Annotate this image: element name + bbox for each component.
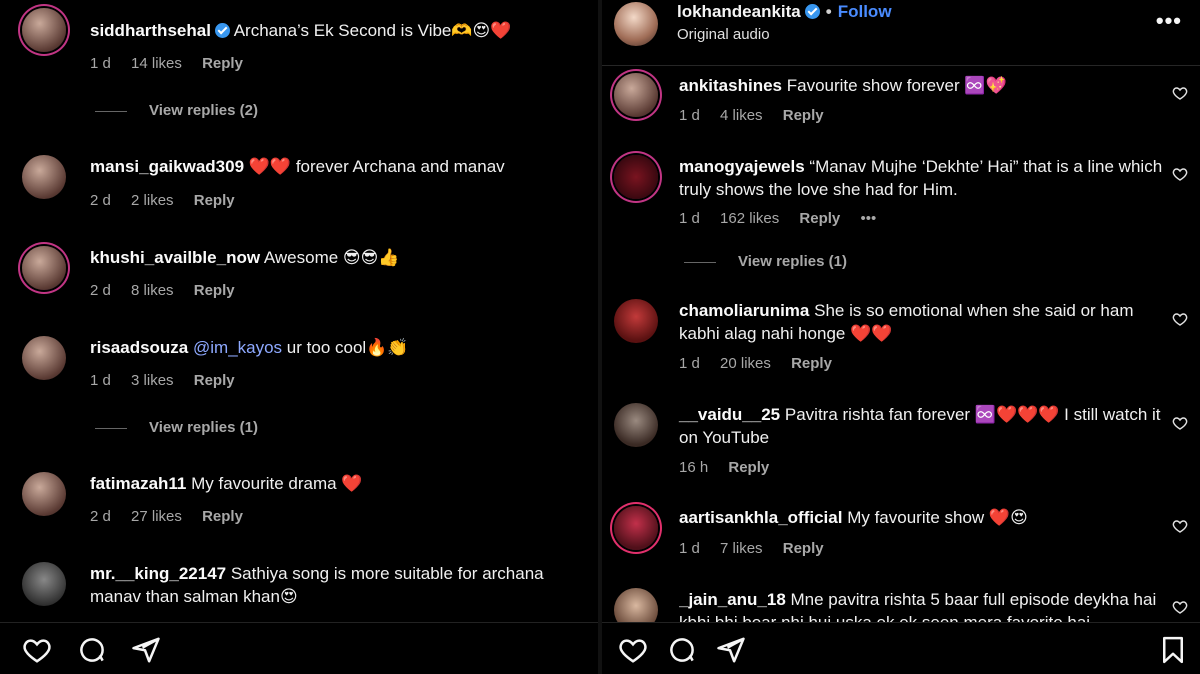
comment-meta: 1 d 7 likes Reply xyxy=(679,540,824,557)
comment-text: aartisankhla_official My favourite show … xyxy=(679,508,1028,527)
heart-outline-icon[interactable] xyxy=(1172,518,1188,534)
comment-meta: 1 d 162 likes Reply ••• xyxy=(679,210,877,227)
comment-username[interactable]: khushi_availble_now xyxy=(90,248,260,267)
paper-plane-icon[interactable] xyxy=(131,635,161,665)
comment-text: risaadsouza @im_kayos ur too cool🔥👏 xyxy=(90,338,409,357)
avatar[interactable] xyxy=(614,73,658,117)
reply-button[interactable]: Reply xyxy=(194,192,235,209)
avatar[interactable] xyxy=(614,155,658,199)
avatar[interactable] xyxy=(22,8,66,52)
comment-meta: 1 d 20 likes Reply xyxy=(679,355,832,372)
comment-username[interactable]: siddharthsehal xyxy=(90,21,211,40)
post-header: lokhandeankita • Follow Original audio ••• xyxy=(602,0,1200,66)
comment-username[interactable]: ankitashines xyxy=(679,76,782,95)
comment-username[interactable]: aartisankhla_official xyxy=(679,508,842,527)
divider-line xyxy=(684,261,716,263)
comment-text: chamoliarunima She is so emotional when … xyxy=(679,301,1134,343)
comment-text: khushi_availble_now Awesome 😎😎👍 xyxy=(90,248,400,267)
avatar[interactable] xyxy=(614,506,658,550)
heart-outline-icon[interactable] xyxy=(1172,166,1188,182)
action-bar xyxy=(602,622,1200,674)
comment-meta: 2 d 8 likes Reply xyxy=(90,282,235,299)
comment-meta: 2 d 27 likes Reply xyxy=(90,508,243,525)
comment-username[interactable]: manogyajewels xyxy=(679,157,805,176)
header-username[interactable]: lokhandeankita xyxy=(677,2,801,21)
view-replies-button[interactable]: View replies (1) xyxy=(684,253,847,270)
follow-button[interactable]: Follow xyxy=(838,2,892,21)
left-comments-panel: siddharthsehal Archana’s Ek Second is Vi… xyxy=(0,0,598,674)
heart-icon[interactable] xyxy=(22,635,52,665)
reply-button[interactable]: Reply xyxy=(194,282,235,299)
comment-text: ankitashines Favourite show forever ♾️💖 xyxy=(679,76,1007,95)
avatar[interactable] xyxy=(22,562,66,606)
avatar[interactable] xyxy=(22,336,66,380)
bookmark-icon[interactable] xyxy=(1158,635,1188,665)
verified-badge-icon xyxy=(804,4,820,19)
comment-text: mr.__king_22147 Sathiya song is more sui… xyxy=(90,564,544,606)
right-comments-panel: lokhandeankita • Follow Original audio •••… xyxy=(602,0,1200,674)
reply-button[interactable]: Reply xyxy=(202,508,243,525)
comment-meta: 16 h Reply xyxy=(679,459,770,476)
header-user-line: lokhandeankita • Follow xyxy=(677,2,892,21)
more-options-icon[interactable]: ••• xyxy=(1156,8,1182,34)
verified-badge-icon xyxy=(214,23,230,38)
avatar[interactable] xyxy=(614,2,658,46)
heart-outline-icon[interactable] xyxy=(1172,311,1188,327)
comment-username[interactable]: mr.__king_22147 xyxy=(90,564,226,583)
comment-meta: 2 d 2 likes Reply xyxy=(90,192,235,209)
reply-button[interactable]: Reply xyxy=(799,210,840,227)
mention-link[interactable]: @im_kayos xyxy=(193,338,282,357)
comment-text: mansi_gaikwad309 ❤️❤️ forever Archana an… xyxy=(90,157,505,176)
audio-label[interactable]: Original audio xyxy=(677,26,770,43)
avatar[interactable] xyxy=(22,246,66,290)
avatar[interactable] xyxy=(22,472,66,516)
avatar[interactable] xyxy=(614,299,658,343)
reply-button[interactable]: Reply xyxy=(791,355,832,372)
comment-username[interactable]: chamoliarunima xyxy=(679,301,809,320)
divider-line xyxy=(95,427,127,429)
reply-button[interactable]: Reply xyxy=(202,55,243,72)
comment-bubble-icon[interactable] xyxy=(77,635,107,665)
reply-button[interactable]: Reply xyxy=(728,459,769,476)
reply-button[interactable]: Reply xyxy=(194,372,235,389)
comment-text: siddharthsehal Archana’s Ek Second is Vi… xyxy=(90,21,512,40)
comment-text: _jain_anu_18 Mne pavitra rishta 5 baar f… xyxy=(679,590,1157,624)
heart-outline-icon[interactable] xyxy=(1172,415,1188,431)
comment-text: manogyajewels “Manav Mujhe ‘Dekhte’ Hai”… xyxy=(679,157,1163,199)
comment-username[interactable]: _jain_anu_18 xyxy=(679,590,786,609)
comment-username[interactable]: __vaidu__25 xyxy=(679,405,780,424)
comment-meta: 1 d 14 likes Reply xyxy=(90,55,243,72)
comment-bubble-icon[interactable] xyxy=(667,635,697,665)
comment-username[interactable]: fatimazah11 xyxy=(90,474,186,493)
action-bar xyxy=(0,622,598,674)
view-replies-button[interactable]: View replies (2) xyxy=(95,102,258,119)
avatar[interactable] xyxy=(22,155,66,199)
divider-line xyxy=(95,110,127,112)
reply-button[interactable]: Reply xyxy=(783,540,824,557)
heart-icon[interactable] xyxy=(618,635,648,665)
comment-username[interactable]: mansi_gaikwad309 xyxy=(90,157,244,176)
comment-text: fatimazah11 My favourite drama ❤️ xyxy=(90,474,363,493)
comment-meta: 1 d 3 likes Reply xyxy=(90,372,235,389)
comment-text: __vaidu__25 Pavitra rishta fan forever ♾… xyxy=(679,405,1161,447)
paper-plane-icon[interactable] xyxy=(716,635,746,665)
heart-outline-icon[interactable] xyxy=(1172,85,1188,101)
comment-more-icon[interactable]: ••• xyxy=(860,210,876,227)
comment-meta: 1 d 4 likes Reply xyxy=(679,107,824,124)
reply-button[interactable]: Reply xyxy=(783,107,824,124)
comment-username[interactable]: risaadsouza xyxy=(90,338,188,357)
heart-outline-icon[interactable] xyxy=(1172,599,1188,615)
view-replies-button[interactable]: View replies (1) xyxy=(95,419,258,436)
avatar[interactable] xyxy=(614,403,658,447)
